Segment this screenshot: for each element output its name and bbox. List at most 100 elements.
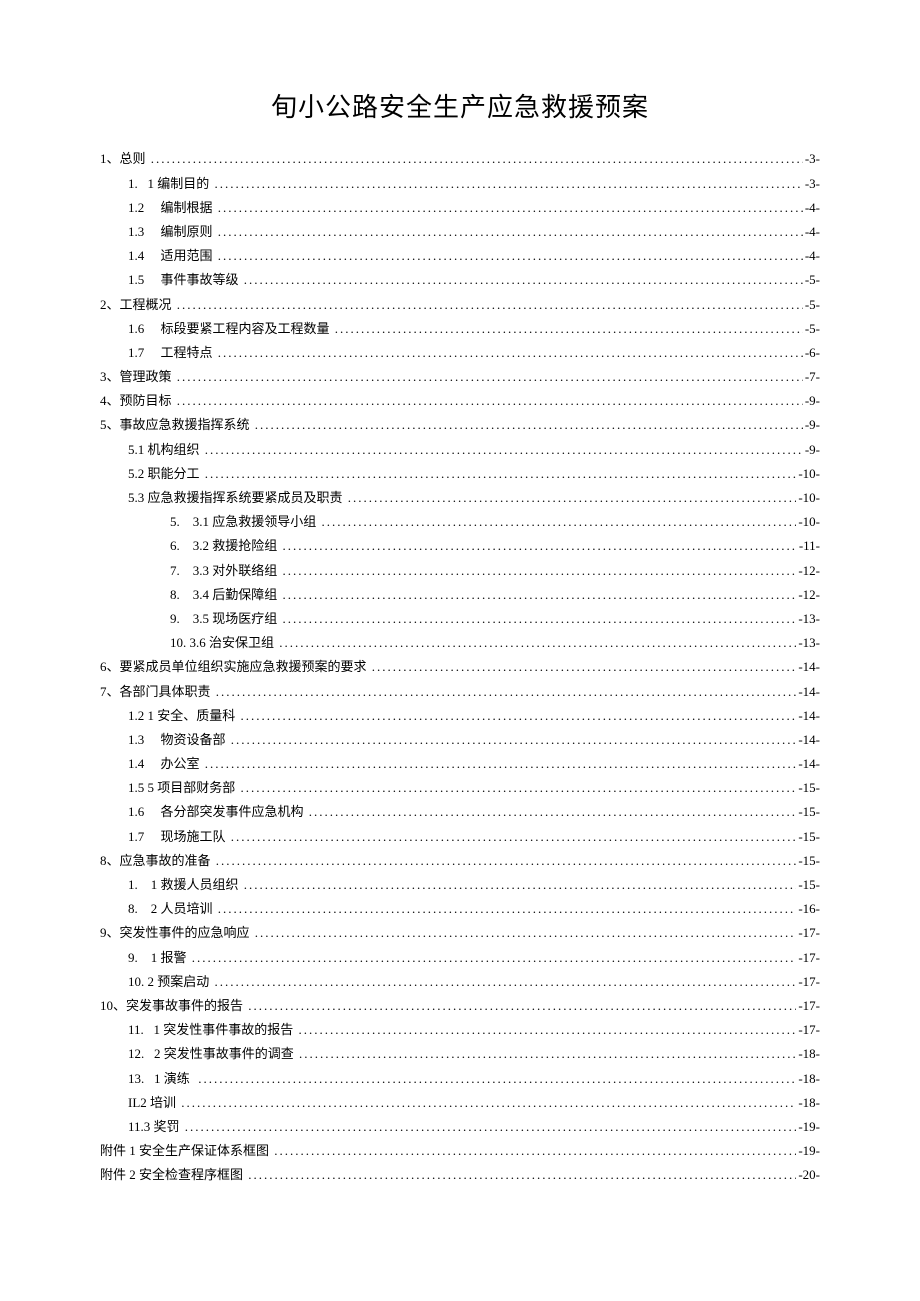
- toc-entry-label: 2、工程概况: [100, 298, 175, 311]
- toc-leader-dots: [177, 394, 803, 407]
- toc-leader-dots: [231, 733, 797, 746]
- toc-leader-dots: [205, 443, 803, 456]
- toc-entry-label: 9. 1 报警: [128, 951, 190, 964]
- toc-entry: 1、总则 -3-: [100, 152, 820, 165]
- toc-entry-page: -15-: [798, 854, 820, 867]
- toc-leader-dots: [205, 757, 797, 770]
- toc-entry-page: -9-: [805, 394, 820, 407]
- toc-leader-dots: [299, 1047, 796, 1060]
- toc-entry-page: -12-: [798, 588, 820, 601]
- toc-leader-dots: [248, 1168, 796, 1181]
- toc-entry-page: -3-: [805, 152, 820, 165]
- toc-leader-dots: [177, 298, 803, 311]
- toc-leader-dots: [283, 612, 797, 625]
- toc-entry-page: -5-: [805, 298, 820, 311]
- toc-entry-label: 3、管理政策: [100, 370, 175, 383]
- toc-entry-page: -13-: [798, 612, 820, 625]
- toc-entry-page: -18-: [798, 1072, 820, 1085]
- toc-entry-label: 5.3 应急救援指挥系统要紧成员及职责: [128, 491, 346, 504]
- toc-entry: 附件 2 安全检查程序框图 -20-: [100, 1168, 820, 1181]
- toc-entry-page: -19-: [798, 1120, 820, 1133]
- toc-leader-dots: [218, 201, 803, 214]
- toc-entry: 2、工程概况 -5-: [100, 298, 820, 311]
- toc-entry: 12. 2 突发性事故事件的调查 -18-: [100, 1047, 820, 1060]
- toc-entry-label: 1. 1 编制目的: [128, 177, 213, 190]
- toc-entry-label: 1.5 5 项目部财务部: [128, 781, 239, 794]
- toc-leader-dots: [215, 177, 803, 190]
- toc-entry-page: -20-: [798, 1168, 820, 1181]
- toc-entry-label: 附件 2 安全检查程序框图: [100, 1168, 246, 1181]
- toc-entry-label: 1.4 办公室: [128, 757, 203, 770]
- toc-leader-dots: [255, 926, 797, 939]
- toc-entry: 10. 2 预案启动 -17-: [100, 975, 820, 988]
- toc-leader-dots: [216, 854, 797, 867]
- toc-entry-page: -19-: [798, 1144, 820, 1157]
- toc-entry-label: 6. 3.2 救援抢险组: [170, 539, 281, 552]
- toc-entry: 6. 3.2 救援抢险组 -11-: [100, 539, 820, 552]
- toc-entry: 10. 3.6 治安保卫组 -13-: [100, 636, 820, 649]
- toc-entry-label: 12. 2 突发性事故事件的调查: [128, 1047, 297, 1060]
- toc-leader-dots: [309, 805, 797, 818]
- toc-entry-label: 10. 2 预案启动: [128, 975, 213, 988]
- toc-entry-label: 7. 3.3 对外联络组: [170, 564, 281, 577]
- toc-entry-page: -16-: [798, 902, 820, 915]
- toc-entry: 8. 3.4 后勤保障组 -12-: [100, 588, 820, 601]
- toc-entry-label: 7、各部门具体职责: [100, 685, 214, 698]
- toc-leader-dots: [218, 225, 803, 238]
- toc-entry-label: 1.3 编制原则: [128, 225, 216, 238]
- toc-entry-label: 1.4 适用范围: [128, 249, 216, 262]
- toc-leader-dots: [241, 709, 797, 722]
- toc-entry-label: 1. 1 救援人员组织: [128, 878, 242, 891]
- toc-entry-label: IL2 培训: [128, 1096, 179, 1109]
- toc-leader-dots: [151, 152, 803, 165]
- toc-entry-label: 5. 3.1 应急救援领导小组: [170, 515, 320, 528]
- toc-entry: 9、突发性事件的应急响应 -17-: [100, 926, 820, 939]
- toc-leader-dots: [192, 951, 797, 964]
- toc-entry-page: -10-: [798, 515, 820, 528]
- toc-entry: 1.5 5 项目部财务部 -15-: [100, 781, 820, 794]
- toc-leader-dots: [335, 322, 803, 335]
- toc-entry-label: 8. 2 人员培训: [128, 902, 216, 915]
- toc-leader-dots: [283, 588, 797, 601]
- toc-entry-label: 1.5 事件事故等级: [128, 273, 242, 286]
- toc-entry-page: -4-: [805, 249, 820, 262]
- toc-entry-page: -10-: [798, 491, 820, 504]
- toc-entry: 5.3 应急救援指挥系统要紧成员及职责 -10-: [100, 491, 820, 504]
- toc-entry: 1.6 标段要紧工程内容及工程数量 -5-: [100, 322, 820, 335]
- toc-entry: 8、应急事故的准备 -15-: [100, 854, 820, 867]
- toc-entry-label: 1.7 工程特点: [128, 346, 216, 359]
- toc-entry: 1.4 办公室 -14-: [100, 757, 820, 770]
- toc-leader-dots: [244, 878, 797, 891]
- toc-entry: 5.1 机构组织 -9-: [100, 443, 820, 456]
- toc-entry-page: -6-: [805, 346, 820, 359]
- toc-entry: 4、预防目标 -9-: [100, 394, 820, 407]
- toc-leader-dots: [205, 467, 797, 480]
- toc-entry-page: -17-: [798, 999, 820, 1012]
- toc-entry-label: 11.3 奖罚: [128, 1120, 183, 1133]
- toc-leader-dots: [218, 902, 797, 915]
- table-of-contents: 1、总则 -3- 1. 1 编制目的 -3- 1.2 编制根据 -4- 1.3 编制原…: [100, 152, 820, 1181]
- toc-entry-page: -18-: [798, 1096, 820, 1109]
- toc-entry: 1. 1 编制目的 -3-: [100, 177, 820, 190]
- toc-entry-page: -17-: [798, 1023, 820, 1036]
- toc-entry: 1.4 适用范围 -4-: [100, 249, 820, 262]
- toc-entry: 1. 1 救援人员组织 -15-: [100, 878, 820, 891]
- toc-leader-dots: [244, 273, 803, 286]
- toc-entry-label: 10. 3.6 治安保卫组: [170, 636, 277, 649]
- toc-leader-dots: [274, 1144, 796, 1157]
- toc-entry-page: -14-: [798, 660, 820, 673]
- toc-entry: 7. 3.3 对外联络组 -12-: [100, 564, 820, 577]
- toc-entry-page: -10-: [798, 467, 820, 480]
- toc-entry-label: 8、应急事故的准备: [100, 854, 214, 867]
- toc-entry-page: -15-: [798, 781, 820, 794]
- toc-entry-label: 13. 1 演练: [128, 1072, 196, 1085]
- toc-entry-label: 1.3 物资设备部: [128, 733, 229, 746]
- toc-entry-page: -17-: [798, 975, 820, 988]
- toc-entry: 1.3 编制原则 -4-: [100, 225, 820, 238]
- toc-entry: 11.3 奖罚 -19-: [100, 1120, 820, 1133]
- toc-entry-page: -5-: [805, 273, 820, 286]
- toc-entry-label: 1.2 编制根据: [128, 201, 216, 214]
- toc-entry: 1.7 工程特点 -6-: [100, 346, 820, 359]
- toc-entry: 9. 3.5 现场医疗组 -13-: [100, 612, 820, 625]
- toc-entry-page: -3-: [805, 177, 820, 190]
